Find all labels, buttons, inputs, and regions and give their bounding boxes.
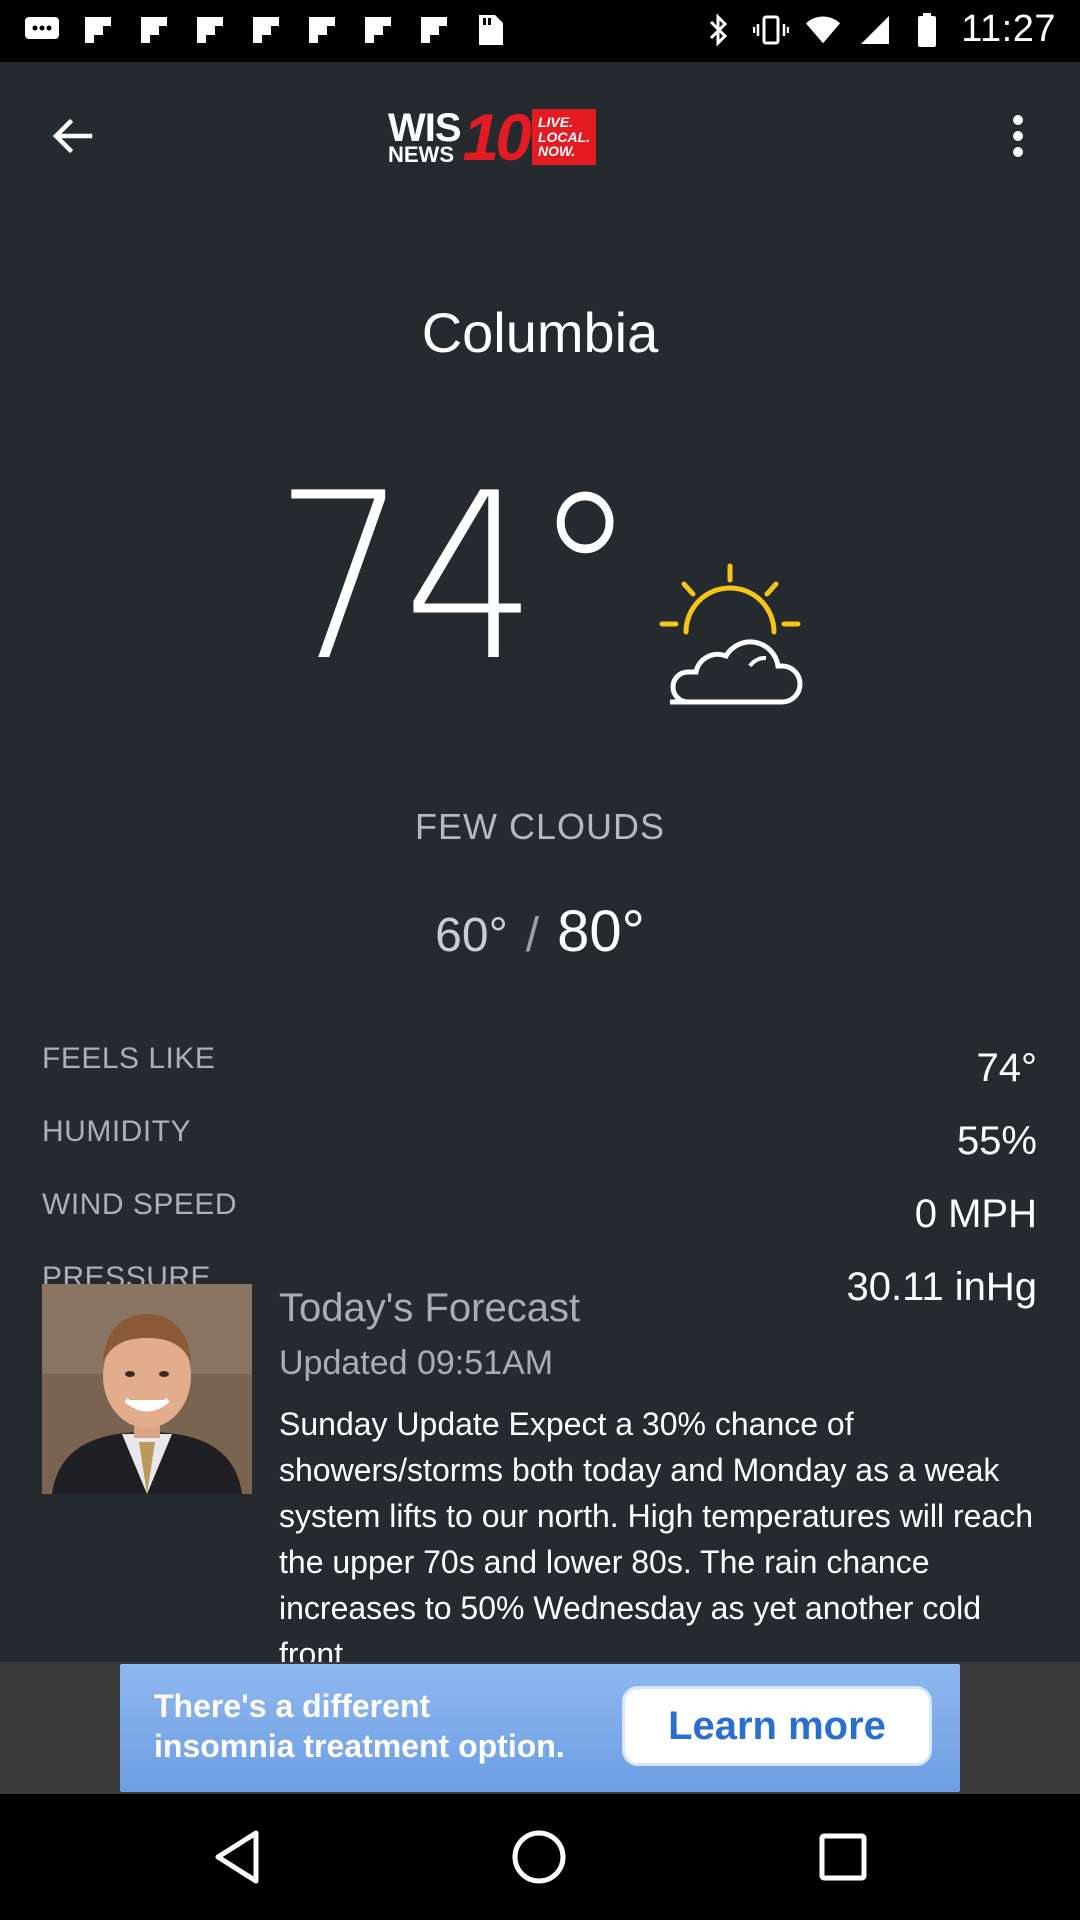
learn-more-button[interactable]: Learn more: [622, 1686, 932, 1766]
nav-recents-button[interactable]: [810, 1824, 876, 1890]
current-temperature: 74°: [274, 445, 638, 712]
signal-icon: [857, 12, 893, 48]
logo-line2: NEWS: [388, 142, 454, 167]
circle-home-icon: [512, 1830, 566, 1884]
bluetooth-icon: [701, 12, 737, 48]
logo-tagline: LIVE. LOCAL. NOW.: [531, 109, 597, 165]
battery-icon: [909, 12, 945, 48]
sd-card-icon: [472, 12, 508, 48]
ad-banner[interactable]: There's a different insomnia treatment o…: [120, 1664, 960, 1792]
system-icons: 11:27: [701, 8, 1056, 51]
flipboard-icon: [360, 12, 396, 48]
status-bar: 11:27: [0, 0, 1080, 62]
back-button[interactable]: [40, 104, 104, 168]
city-name: Columbia: [421, 301, 659, 364]
wifi-icon: [805, 12, 841, 48]
meteorologist-photo: [42, 1284, 252, 1494]
arrow-back-icon: [52, 118, 93, 154]
temperature-separator: /: [525, 909, 540, 962]
flipboard-icon: [192, 12, 228, 48]
forecast-text: Today's Forecast Updated 09:51AM Sunday …: [279, 1284, 1039, 1662]
notification-icons: [24, 12, 508, 48]
low-high-temperature: 60° / 80°: [0, 898, 1080, 965]
square-recents-icon: [819, 1833, 867, 1881]
detail-value: 55%: [956, 1119, 1037, 1163]
condition-text: FEW CLOUDS: [414, 806, 665, 847]
more-vert-icon: [1013, 115, 1023, 157]
forecast-title: Today's Forecast: [279, 1286, 581, 1330]
flipboard-icon: [80, 12, 116, 48]
low-temperature: 60°: [435, 909, 508, 962]
wis-news-10-logo: WIS NEWS 10 LIVE. LOCAL. NOW.: [388, 100, 672, 174]
more-options-button[interactable]: [986, 104, 1050, 168]
flipboard-icon: [416, 12, 452, 48]
detail-label: WIND SPEED: [42, 1188, 238, 1221]
detail-row-wind-speed: WIND SPEED 0 MPH: [42, 1188, 1037, 1261]
forecast-updated-time: Updated 09:51AM: [279, 1344, 554, 1382]
ad-container: There's a different insomnia treatment o…: [0, 1662, 1080, 1794]
logo-number: 10: [462, 100, 532, 174]
detail-value: 74°: [976, 1046, 1038, 1090]
forecast-body: Sunday Update Expect a 30% chance of sho…: [279, 1406, 1034, 1662]
status-time: 11:27: [961, 8, 1056, 50]
flipboard-icon: [248, 12, 284, 48]
flipboard-icon: [304, 12, 340, 48]
detail-value: 0 MPH: [914, 1192, 1037, 1236]
partly-cloudy-icon: [656, 562, 806, 712]
weather-screen: WIS NEWS 10 LIVE. LOCAL. NOW. Columbia 7…: [0, 62, 1080, 1662]
detail-label: FEELS LIKE: [42, 1042, 216, 1075]
triangle-back-icon: [215, 1830, 259, 1884]
nav-back-button[interactable]: [204, 1824, 270, 1890]
nav-home-button[interactable]: [506, 1824, 572, 1890]
messages-icon: [24, 12, 60, 48]
navigation-bar: [0, 1794, 1080, 1920]
detail-label: HUMIDITY: [42, 1115, 191, 1148]
high-temperature: 80°: [557, 899, 645, 964]
detail-row-humidity: HUMIDITY 55%: [42, 1115, 1037, 1188]
flipboard-icon: [136, 12, 172, 48]
detail-row-feels-like: FEELS LIKE 74°: [42, 1042, 1037, 1115]
vibrate-icon: [753, 12, 790, 48]
ad-text: There's a different insomnia treatment o…: [154, 1688, 565, 1764]
toolbar: WIS NEWS 10 LIVE. LOCAL. NOW.: [0, 62, 1080, 210]
